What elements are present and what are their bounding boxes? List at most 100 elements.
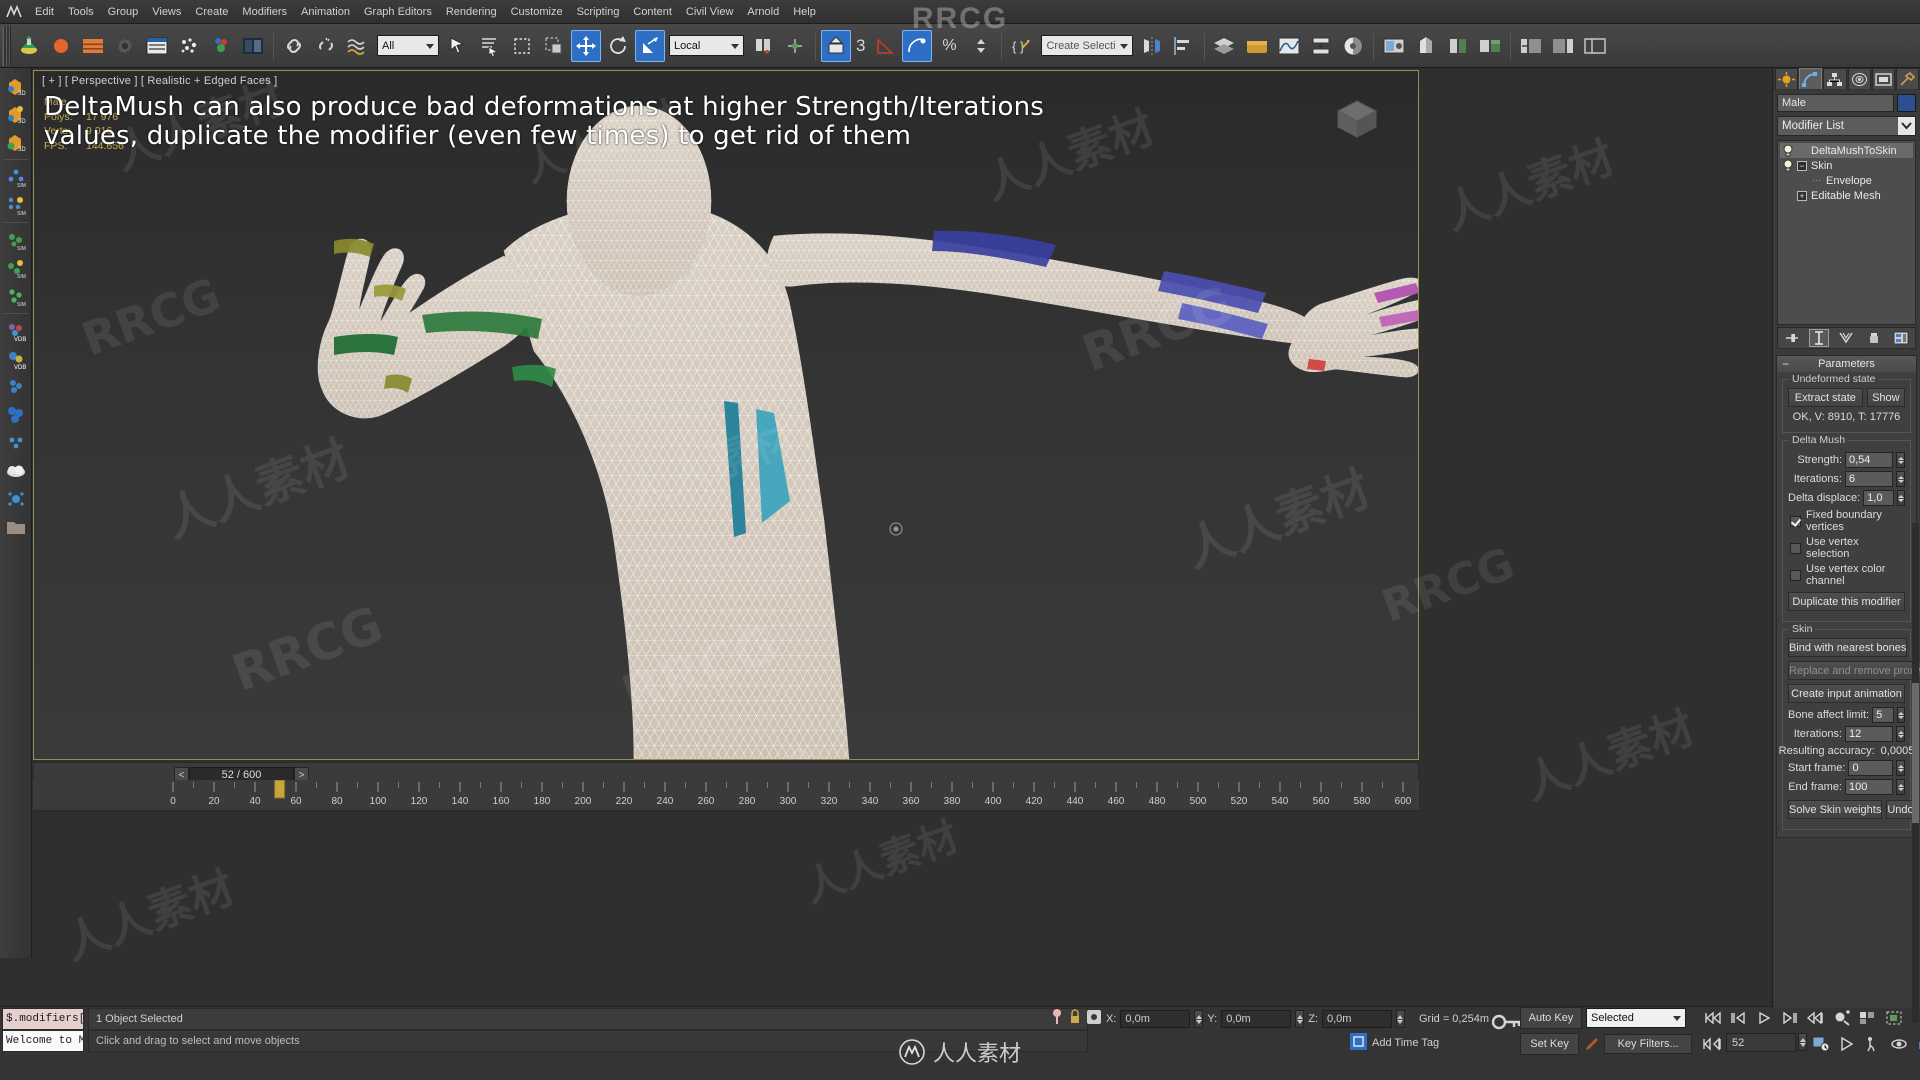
menu-item-arnold[interactable]: Arnold — [740, 3, 786, 21]
settings-gear-icon[interactable] — [110, 30, 140, 62]
end-frame-spinner[interactable] — [1896, 779, 1905, 795]
open-explorer-right-icon[interactable] — [1548, 30, 1578, 62]
iterations-spinner[interactable] — [1896, 471, 1905, 487]
select-and-link-chain-icon[interactable] — [279, 30, 309, 62]
set-key-pencil-icon[interactable] — [1583, 1034, 1600, 1054]
reference-coordinate-system-combo[interactable]: Local — [669, 35, 744, 56]
maxscript-output-line[interactable]: Welcome to M — [2, 1030, 84, 1052]
lock-selection-icon[interactable] — [1068, 1008, 1082, 1031]
named-selection-set-combo[interactable]: Create Selection Se — [1041, 35, 1134, 56]
key-mode-combo[interactable]: Selected — [1586, 1008, 1686, 1028]
display-tab-icon[interactable] — [1871, 68, 1895, 89]
show-end-result-icon[interactable] — [1809, 329, 1830, 347]
next-frame-icon[interactable] — [1778, 1007, 1802, 1029]
configure-modifier-sets-icon[interactable] — [1891, 329, 1911, 347]
render-setup-icon[interactable] — [1379, 30, 1409, 62]
modifier-subobject-row[interactable]: ⋯ Envelope — [1780, 173, 1913, 188]
x-coord-field[interactable]: 0,0m — [1120, 1010, 1191, 1028]
delta-displace-field[interactable]: 1,0 — [1863, 490, 1894, 506]
fixed-boundary-row[interactable]: Fixed boundary vertices — [1790, 509, 1905, 533]
rollout-collapse-icon[interactable]: − — [1782, 358, 1789, 370]
make-unique-icon[interactable] — [1836, 329, 1856, 347]
material-editor-icon[interactable] — [1338, 30, 1368, 62]
command-panel-scrollbar[interactable] — [1912, 523, 1919, 1023]
absolute-relative-mode-icon[interactable] — [1086, 1009, 1102, 1030]
menu-item-customize[interactable]: Customize — [504, 3, 570, 21]
light-bulb-icon[interactable] — [1782, 144, 1794, 157]
z-coord-field[interactable]: 0,0m — [1321, 1010, 1392, 1028]
layer-explorer-icon[interactable] — [142, 30, 172, 62]
x-coord-spinner[interactable] — [1194, 1010, 1204, 1028]
add-time-tag-label[interactable]: Add Time Tag — [1372, 1037, 1439, 1049]
percent-snap-toggle-icon[interactable] — [902, 29, 933, 62]
unlink-chain-icon[interactable] — [311, 30, 341, 62]
menu-item-rendering[interactable]: Rendering — [439, 3, 504, 21]
modifier-list-dropdown[interactable]: Modifier List — [1777, 116, 1916, 136]
rendered-frame-window-icon[interactable] — [1411, 30, 1441, 62]
end-frame-field[interactable]: 100 — [1845, 779, 1893, 795]
solve-skin-weights-button[interactable]: Solve Skin weights — [1788, 800, 1883, 819]
menu-item-tools[interactable]: Tools — [61, 3, 101, 21]
fixed-boundary-checkbox[interactable] — [1790, 515, 1801, 527]
set-key-button[interactable]: Set Key — [1520, 1033, 1580, 1055]
layer-manager-icon[interactable] — [1210, 30, 1240, 62]
vdb-edit-icon[interactable]: VDB — [3, 346, 29, 372]
use-vertex-color-row[interactable]: Use vertex color channel — [1790, 563, 1905, 587]
bind-to-space-warp-icon[interactable] — [78, 30, 108, 62]
phoenix-sim-3d-sun-icon[interactable]: 3D — [3, 101, 29, 127]
ribbon-toggle-icon[interactable] — [1242, 30, 1272, 62]
current-frame-field[interactable]: 52 — [1726, 1033, 1796, 1052]
time-configuration-icon[interactable] — [1809, 1033, 1833, 1055]
schematic-view-icon[interactable] — [1306, 30, 1336, 62]
select-object-icon[interactable] — [443, 30, 473, 62]
particle-small-icon[interactable] — [3, 430, 29, 456]
y-coord-field[interactable]: 0,0m — [1221, 1010, 1292, 1028]
menu-item-create[interactable]: Create — [188, 3, 235, 21]
select-by-name-icon[interactable] — [475, 30, 505, 62]
particle-view-icon[interactable] — [174, 30, 204, 62]
pin-stack-icon[interactable] — [1782, 329, 1802, 347]
use-pivot-point-center-icon[interactable] — [748, 30, 778, 62]
strength-field[interactable]: 0,54 — [1845, 452, 1893, 468]
hierarchy-tab-icon[interactable] — [1823, 68, 1847, 89]
menu-item-scripting[interactable]: Scripting — [570, 3, 627, 21]
menu-item-help[interactable]: Help — [786, 3, 823, 21]
use-selection-center-icon[interactable] — [780, 30, 810, 62]
strength-spinner[interactable] — [1896, 452, 1905, 468]
go-to-start-icon[interactable] — [1700, 1007, 1724, 1029]
particle-cluster-icon[interactable] — [3, 402, 29, 428]
menu-item-animation[interactable]: Animation — [294, 3, 357, 21]
auto-key-button[interactable]: Auto Key — [1520, 1007, 1582, 1029]
unlink-selection-icon[interactable] — [46, 30, 76, 62]
phoenix-sim-3d-green-icon[interactable]: 3D — [3, 129, 29, 155]
toggle-scene-explorer-icon[interactable] — [1580, 30, 1610, 62]
maxscript-input-line[interactable]: $.modifiers[ — [2, 1008, 84, 1030]
pan-view-icon[interactable] — [1835, 1033, 1859, 1055]
menu-item-views[interactable]: Views — [145, 3, 188, 21]
rollout-header[interactable]: − Parameters — [1777, 356, 1916, 372]
scene-converter-icon[interactable] — [206, 30, 236, 62]
bone-affect-limit-field[interactable]: 5 — [1872, 707, 1894, 723]
zoom-extents-icon[interactable] — [1882, 1007, 1906, 1029]
track-bar-ruler[interactable]: 0 20 40 60 80 100 120 140 160 180 200 220 240 260 280 3… — [33, 780, 1419, 812]
show-state-button[interactable]: Show — [1866, 388, 1905, 407]
create-tab-icon[interactable] — [1775, 68, 1799, 89]
maximize-viewport-toggle-icon[interactable] — [1913, 1033, 1920, 1055]
modify-tab-icon[interactable] — [1799, 68, 1823, 89]
scrollbar-thumb[interactable] — [1912, 683, 1919, 823]
menu-item-content[interactable]: Content — [626, 3, 679, 21]
zoom-all-icon[interactable] — [1856, 1007, 1880, 1029]
particle-group-icon[interactable] — [3, 374, 29, 400]
bind-space-warp-wave-icon[interactable] — [343, 30, 373, 62]
menu-item-edit[interactable]: Edit — [28, 3, 61, 21]
light-bulb-icon[interactable] — [1782, 159, 1794, 172]
z-coord-spinner[interactable] — [1395, 1010, 1405, 1028]
select-and-rotate-icon[interactable] — [603, 30, 633, 62]
particle-sim-sun-icon[interactable]: SIM — [3, 192, 29, 218]
maxscript-mini-listener[interactable]: $.modifiers[ Welcome to M — [2, 1008, 84, 1052]
open-explorer-left-icon[interactable] — [1516, 30, 1546, 62]
phoenix-sim-3d-icon[interactable]: 3D — [3, 73, 29, 99]
folder-tool-icon[interactable] — [3, 514, 29, 540]
menu-item-civil-view[interactable]: Civil View — [679, 3, 740, 21]
menu-item-modifiers[interactable]: Modifiers — [235, 3, 294, 21]
